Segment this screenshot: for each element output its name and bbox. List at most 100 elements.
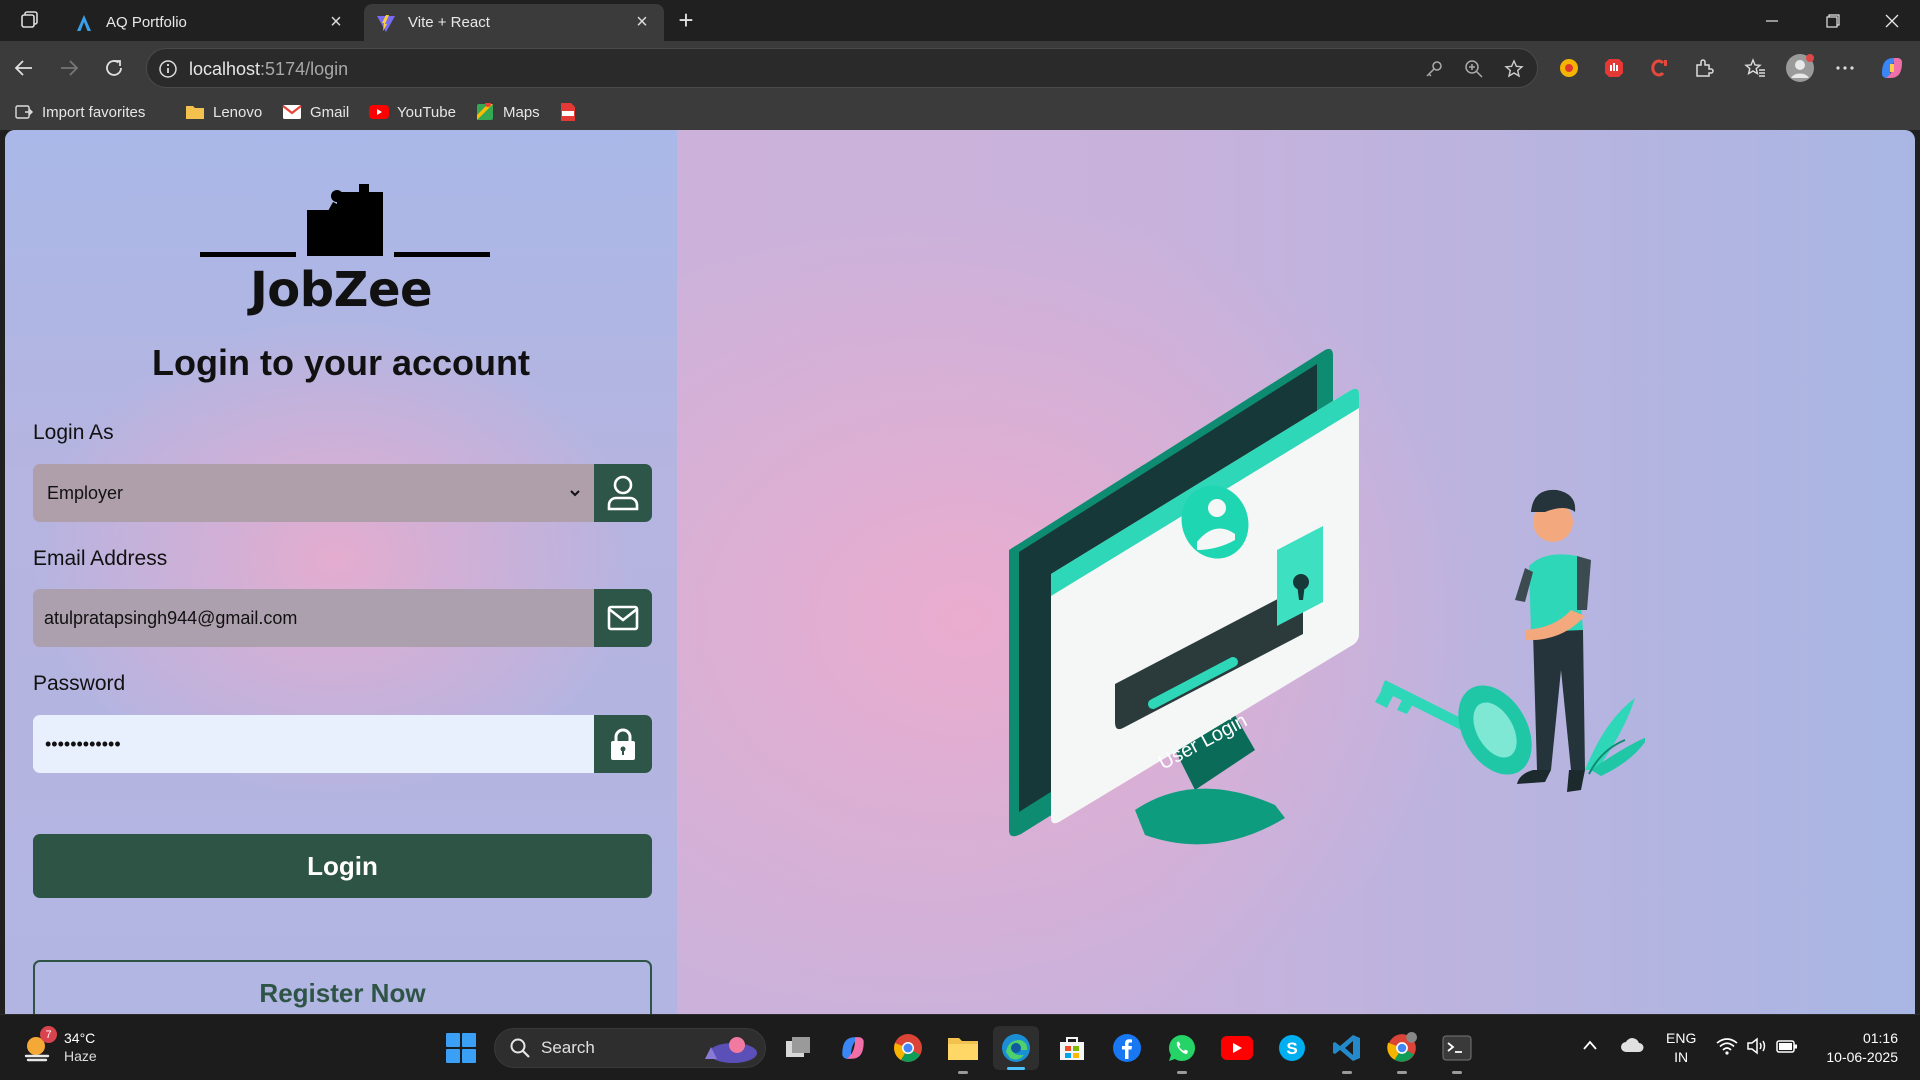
role-select[interactable]: Employer: [33, 464, 652, 522]
chrome-profile-icon[interactable]: [1385, 1031, 1419, 1074]
folder-icon: [185, 102, 205, 122]
adblock-extension-icon[interactable]: [1599, 53, 1629, 83]
c-extension-icon[interactable]: [1644, 53, 1674, 83]
taskbar-clock[interactable]: 01:16 10-06-2025: [1818, 1029, 1898, 1067]
edge-icon[interactable]: [993, 1026, 1039, 1070]
brand-name: JobZee: [249, 262, 433, 318]
vscode-icon[interactable]: [1330, 1031, 1364, 1074]
clock-time: 01:16: [1862, 1030, 1898, 1046]
url-text: localhost:5174/login: [189, 59, 349, 79]
favorites-bar: Import favorites Lenovo Gmail YouTube Ma…: [0, 94, 1920, 130]
restore-button[interactable]: [1805, 0, 1861, 41]
taskbar-search[interactable]: Search: [494, 1028, 766, 1068]
forward-button[interactable]: [55, 54, 83, 82]
email-label: Email Address: [33, 547, 168, 570]
weather-condition: Haze: [64, 1048, 97, 1064]
battery-icon[interactable]: [1776, 1037, 1798, 1055]
close-window-button[interactable]: [1864, 0, 1920, 41]
whatsapp-icon[interactable]: [1165, 1031, 1199, 1074]
vite-favicon-icon: [376, 13, 396, 33]
maps-icon: [475, 102, 495, 122]
language-indicator[interactable]: ENG IN: [1666, 1029, 1696, 1067]
jobzee-logo: [200, 184, 490, 257]
task-view-icon[interactable]: [781, 1031, 815, 1065]
search-icon: [510, 1038, 530, 1058]
password-input[interactable]: ••••••••••••: [33, 715, 594, 773]
youtube-icon: [369, 102, 389, 122]
profile-avatar[interactable]: [1785, 53, 1815, 83]
favorite-gmail[interactable]: Gmail: [282, 100, 349, 124]
chevron-down-icon: [570, 490, 580, 497]
workspaces-icon[interactable]: [14, 8, 46, 32]
pdf-icon: [558, 102, 578, 122]
mail-icon: [594, 589, 652, 647]
browser-toolbar: localhost:5174/login: [0, 41, 1920, 94]
facebook-icon[interactable]: [1110, 1031, 1144, 1065]
role-label: Login As: [33, 421, 114, 444]
windows-taskbar: 7 34°C Haze Search S ENG IN 01:16 10-06-…: [0, 1014, 1920, 1080]
minimize-button[interactable]: [1744, 0, 1800, 41]
search-placeholder: Search: [541, 1038, 595, 1057]
role-select-value[interactable]: Employer: [33, 464, 594, 522]
extensions-icon[interactable]: [1689, 53, 1719, 83]
user-icon: [594, 464, 652, 522]
weather-sun-icon: 7: [22, 1026, 57, 1064]
weather-widget[interactable]: 7 34°C Haze: [22, 1026, 97, 1065]
back-button[interactable]: [10, 54, 38, 82]
close-tab-icon[interactable]: ×: [632, 11, 652, 33]
favorite-import[interactable]: Import favorites: [14, 100, 145, 124]
password-key-icon[interactable]: [1423, 58, 1445, 80]
lock-icon: [594, 715, 652, 773]
close-tab-icon[interactable]: ×: [326, 11, 346, 33]
volume-icon[interactable]: [1746, 1037, 1768, 1055]
refresh-button[interactable]: [100, 54, 128, 82]
tab-title: AQ Portfolio: [106, 14, 187, 31]
favorite-pdf[interactable]: [558, 100, 586, 124]
address-bar[interactable]: localhost:5174/login: [146, 48, 1538, 88]
aq-portfolio-favicon-icon: [74, 13, 94, 33]
weather-badge: 7: [40, 1026, 57, 1043]
favorite-lenovo[interactable]: Lenovo: [185, 100, 262, 124]
register-now-button[interactable]: Register Now: [33, 960, 652, 1014]
gmail-icon: [282, 102, 302, 122]
zoom-icon[interactable]: [1463, 58, 1485, 80]
login-panel: JobZee Login to your account Login As Em…: [5, 130, 677, 1014]
favorite-star-icon[interactable]: [1503, 58, 1525, 80]
file-explorer-icon[interactable]: [946, 1031, 980, 1074]
clock-date: 10-06-2025: [1826, 1049, 1898, 1065]
terminal-icon[interactable]: [1440, 1031, 1474, 1074]
youtube-taskbar-icon[interactable]: [1220, 1031, 1254, 1065]
page-viewport: JobZee Login to your account Login As Em…: [5, 130, 1915, 1014]
import-icon: [14, 102, 34, 122]
favorite-maps[interactable]: Maps: [475, 100, 540, 124]
password-field[interactable]: ••••••••••••: [33, 715, 652, 773]
tab-aq-portfolio[interactable]: AQ Portfolio ×: [62, 4, 358, 41]
show-hidden-icons[interactable]: [1582, 1039, 1598, 1051]
extension-1-icon[interactable]: [1554, 53, 1584, 83]
email-input[interactable]: atulpratapsingh944@gmail.com: [33, 589, 594, 647]
tab-vite-react[interactable]: Vite + React ×: [364, 4, 664, 41]
skype-icon[interactable]: S: [1275, 1031, 1309, 1065]
search-highlight-icon: [705, 1037, 757, 1063]
browser-tab-bar: AQ Portfolio × Vite + React × +: [0, 0, 1920, 41]
windows-start-icon[interactable]: [445, 1032, 477, 1064]
user-login-illustration: User Login: [1009, 348, 1645, 845]
copilot-taskbar-icon[interactable]: [836, 1031, 870, 1065]
login-button[interactable]: Login: [33, 834, 652, 898]
microsoft-store-icon[interactable]: [1055, 1031, 1089, 1065]
new-tab-button[interactable]: +: [672, 7, 700, 34]
email-field[interactable]: atulpratapsingh944@gmail.com: [33, 589, 652, 647]
site-info-icon[interactable]: [157, 58, 179, 80]
weather-temp: 34°C: [64, 1030, 96, 1046]
password-label: Password: [33, 672, 126, 695]
copilot-icon[interactable]: [1877, 53, 1907, 83]
tab-title: Vite + React: [408, 14, 490, 31]
chrome-icon[interactable]: [891, 1031, 925, 1065]
onedrive-icon[interactable]: [1620, 1037, 1644, 1053]
svg-text:S: S: [1286, 1039, 1297, 1058]
more-options-icon[interactable]: [1830, 53, 1860, 83]
favorite-youtube[interactable]: YouTube: [369, 100, 456, 124]
page-title: Login to your account: [152, 342, 530, 383]
wifi-icon[interactable]: [1716, 1037, 1738, 1055]
favorites-icon[interactable]: [1740, 53, 1770, 83]
